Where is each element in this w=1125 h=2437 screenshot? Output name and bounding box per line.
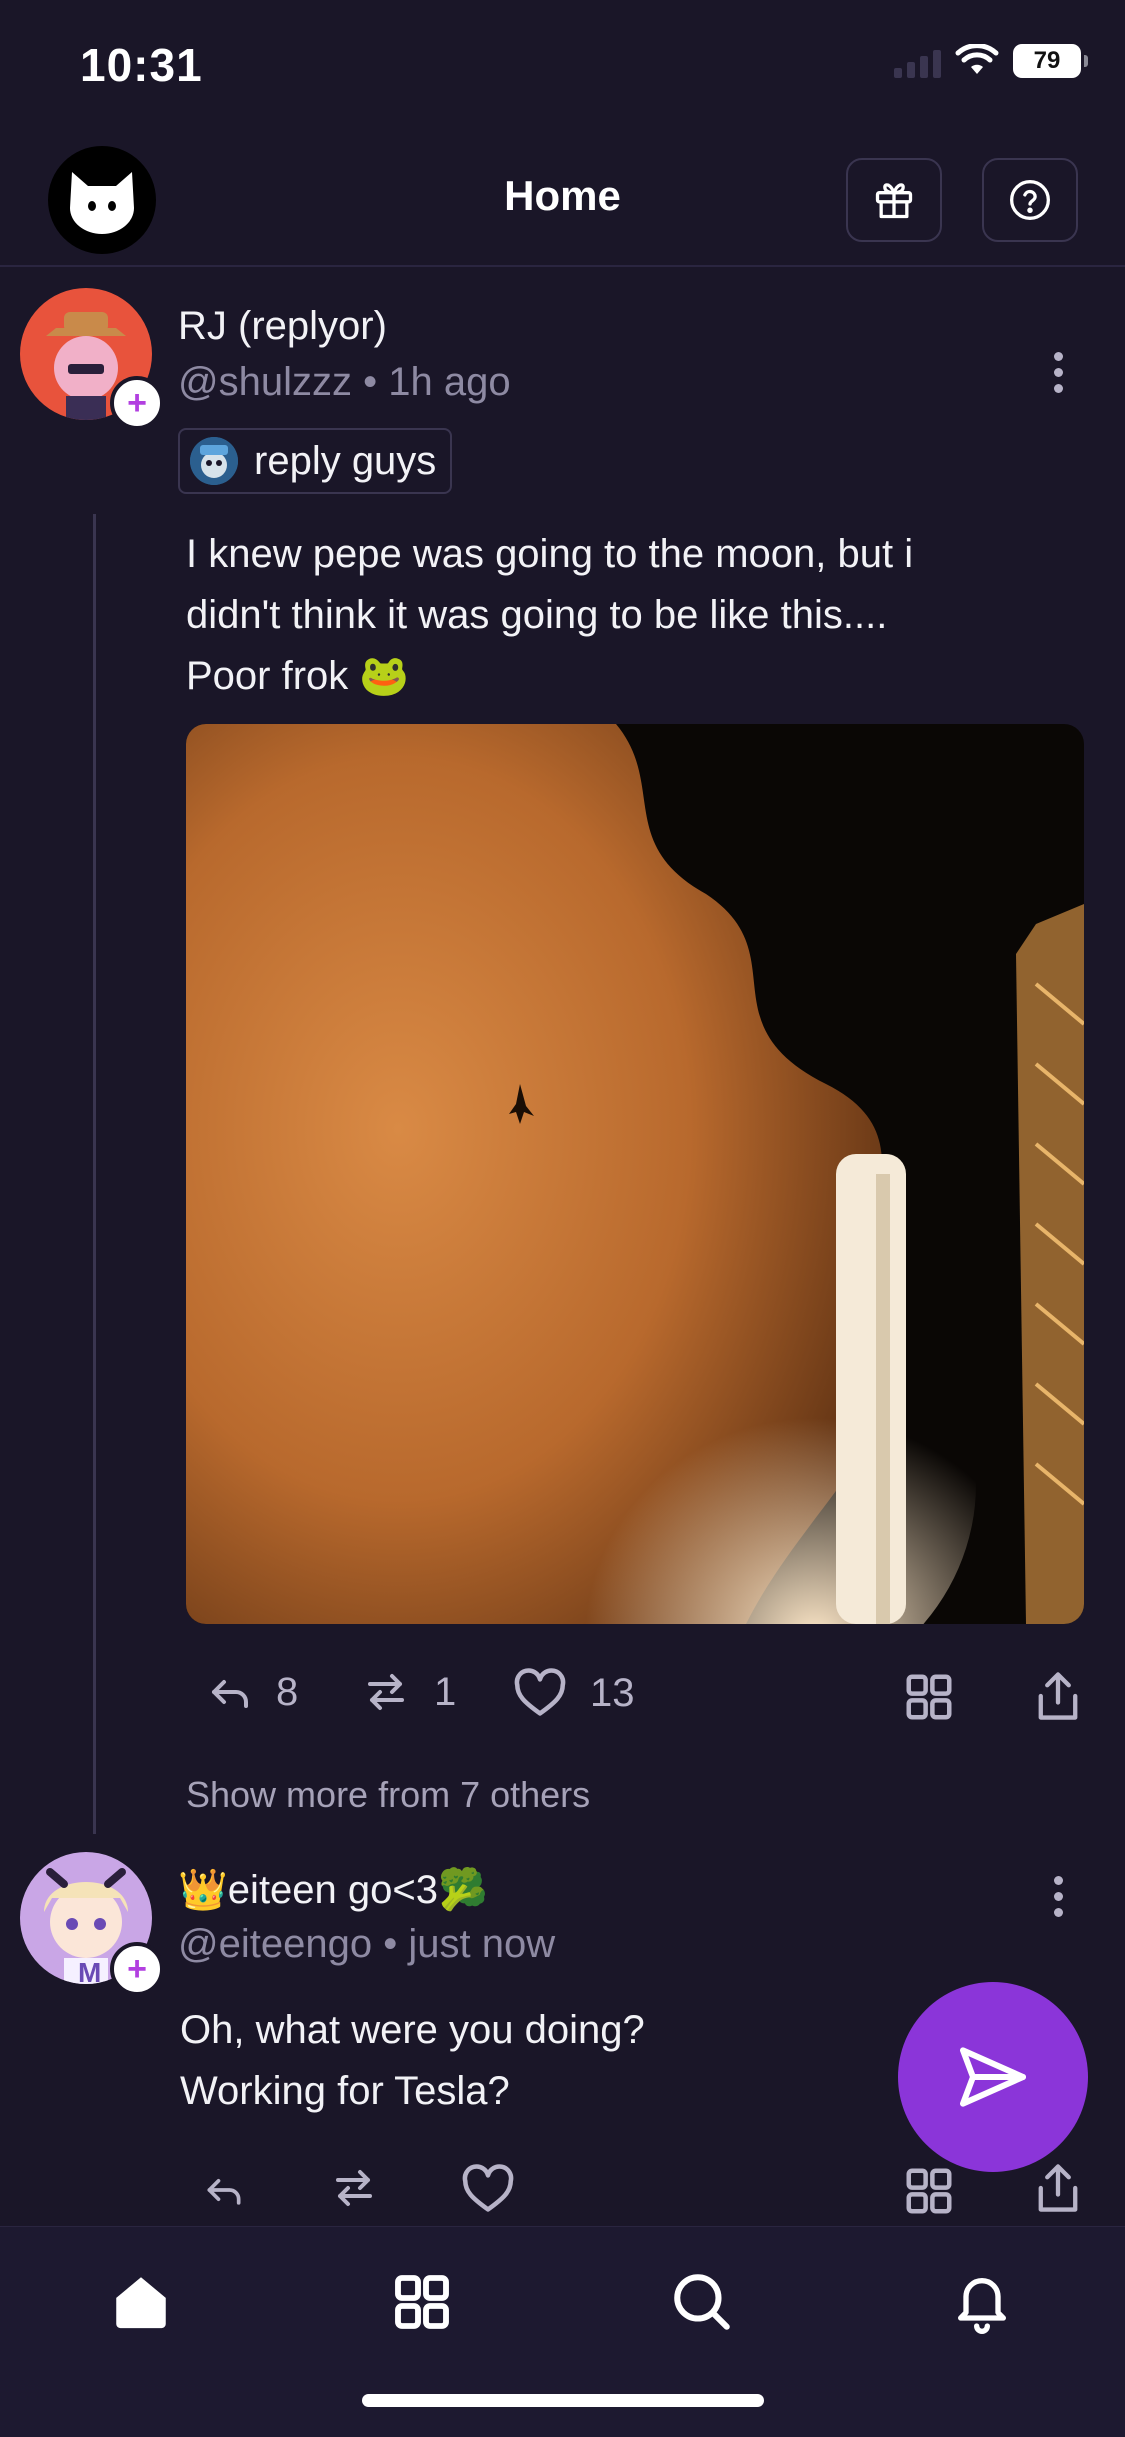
meta-separator: •	[363, 360, 389, 404]
post-text-line: didn't think it was going to be like thi…	[186, 593, 888, 637]
share-icon	[1038, 2164, 1078, 2212]
grid-icon	[906, 2168, 952, 2214]
home-indicator	[362, 2394, 764, 2407]
share-button[interactable]	[1032, 1668, 1084, 1729]
recast-button[interactable]	[328, 2164, 380, 2217]
nav-search[interactable]	[662, 2262, 742, 2342]
nav-home[interactable]	[101, 2262, 181, 2342]
recast-button[interactable]: 1	[360, 1668, 456, 1716]
reply-count: 8	[276, 1669, 299, 1714]
recast-icon	[336, 2170, 372, 2206]
wifi-icon	[955, 44, 999, 74]
thread-connector-line	[93, 514, 96, 1834]
cellular-signal-icon	[894, 44, 941, 78]
post-text-line: Working for Tesla?	[180, 2069, 510, 2113]
help-button[interactable]	[982, 158, 1078, 242]
post-author-handle[interactable]: @shulzzz	[178, 360, 352, 404]
post-text-line: Poor frok 🐸	[186, 654, 410, 698]
share-icon	[1038, 1672, 1078, 1720]
post-author-name[interactable]: RJ (replyor)	[178, 304, 387, 349]
post-author-name[interactable]: 👑eiteen go<3🥦	[178, 1866, 488, 1913]
reply-icon	[207, 2179, 241, 2205]
status-indicators: 79	[894, 44, 1088, 78]
post-image[interactable]	[186, 724, 1084, 1624]
meta-separator: •	[383, 1922, 409, 1966]
search-icon	[674, 2274, 730, 2330]
bell-icon	[958, 2278, 1006, 2334]
post-author-meta: @eiteengo • just now	[178, 1922, 555, 1967]
page-title: Home	[504, 172, 621, 219]
channel-avatar-icon	[190, 437, 238, 485]
more-options-icon[interactable]	[1054, 1876, 1063, 1917]
more-options-icon[interactable]	[1054, 352, 1063, 393]
grid-icon	[906, 1674, 952, 1720]
like-button[interactable]: 13	[512, 1668, 635, 1718]
nav-notifications[interactable]	[942, 2262, 1022, 2342]
grid-button[interactable]	[902, 1670, 956, 1729]
follow-add-button[interactable]: +	[110, 376, 164, 430]
post-text-line: I knew pepe was going to the moon, but i	[186, 532, 914, 576]
gift-icon	[875, 183, 913, 219]
reply-icon	[212, 1680, 248, 1708]
compose-button[interactable]	[898, 1982, 1088, 2172]
send-icon	[960, 2047, 1026, 2107]
grid-button[interactable]	[902, 2164, 956, 2223]
reply-button[interactable]	[200, 2168, 248, 2217]
battery-indicator: 79	[1013, 44, 1088, 78]
post-author-meta: @shulzzz • 1h ago	[178, 360, 511, 405]
gift-button[interactable]	[846, 158, 942, 242]
post-body-text: I knew pepe was going to the moon, but i…	[186, 524, 1066, 707]
show-more-link[interactable]: Show more from 7 others	[186, 1774, 590, 1816]
reply-button[interactable]: 8	[206, 1668, 298, 1716]
heart-icon	[514, 1668, 566, 1716]
recast-icon	[368, 1674, 404, 1710]
post-body-text: Oh, what were you doing? Working for Tes…	[180, 2000, 645, 2122]
post-timestamp: 1h ago	[388, 360, 511, 404]
share-button[interactable]	[1032, 2160, 1084, 2221]
channel-name: reply guys	[254, 438, 437, 483]
avatar-letter: M	[78, 1957, 101, 1984]
like-button[interactable]	[460, 2164, 516, 2219]
recast-count: 1	[434, 1669, 457, 1714]
grid-icon	[395, 2275, 449, 2329]
like-count: 13	[590, 1670, 635, 1715]
nav-channels[interactable]	[382, 2262, 462, 2342]
help-icon	[1010, 180, 1050, 220]
post-author-handle[interactable]: @eiteengo	[178, 1922, 372, 1966]
post-timestamp: just now	[408, 1922, 556, 1966]
heart-icon	[462, 2164, 514, 2212]
channel-chip[interactable]: reply guys	[178, 428, 453, 494]
follow-add-button[interactable]: +	[110, 1942, 164, 1996]
status-time: 10:31	[80, 39, 203, 91]
home-icon	[116, 2277, 166, 2329]
post-text-line: Oh, what were you doing?	[180, 2008, 645, 2052]
